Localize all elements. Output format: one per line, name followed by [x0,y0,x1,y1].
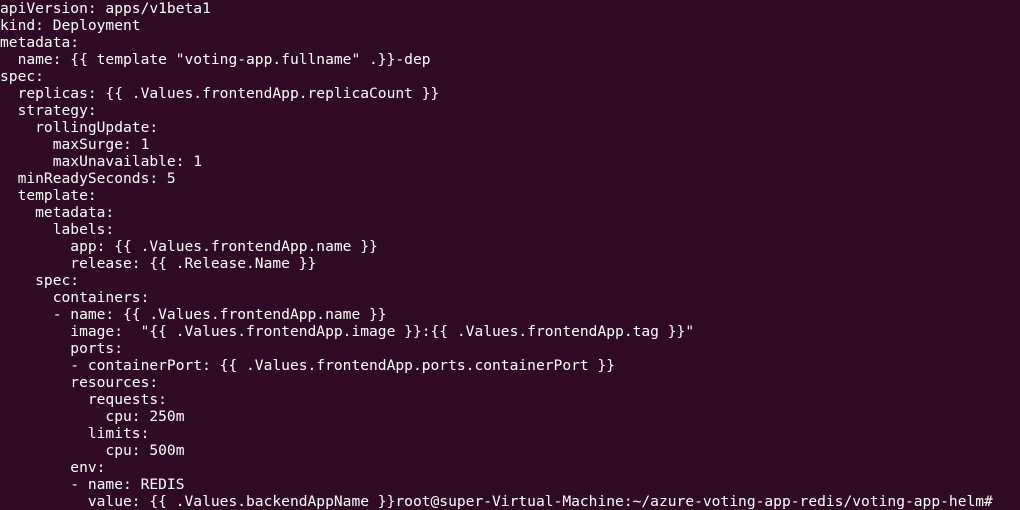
terminal-line: metadata: [0,34,80,51]
terminal-line: release: {{ .Release.Name }} [0,255,317,272]
terminal-line: ports: [0,340,124,357]
terminal-line: spec: [0,272,80,289]
terminal-line: cpu: 250m [0,408,185,425]
terminal-line: - name: REDIS [0,476,185,493]
terminal-line: strategy: [0,102,97,119]
terminal-prompt-line[interactable]: value: {{ .Values.backendAppName }}root@… [0,493,1020,510]
terminal-line: env: [0,459,106,476]
terminal-line: - name: {{ .Values.frontendApp.name }} [0,306,387,323]
terminal-line: app: {{ .Values.frontendApp.name }} [0,238,378,255]
terminal-line: cpu: 500m [0,442,185,459]
terminal-line: containers: [0,289,150,306]
terminal-line: template: [0,187,97,204]
terminal-line: resources: [0,374,159,391]
terminal-line: image: "{{ .Values.frontendApp.image }}:… [0,323,695,340]
terminal-line: limits: [0,425,150,442]
terminal-line: requests: [0,391,167,408]
terminal-line: maxUnavailable: 1 [0,153,203,170]
terminal-line: spec: [0,68,44,85]
terminal-line: maxSurge: 1 [0,136,150,153]
terminal-line: metadata: [0,204,115,221]
terminal-line: name: {{ template "voting-app.fullname" … [0,51,431,68]
terminal-line: apiVersion: apps/v1beta1 [0,0,211,17]
terminal-window[interactable]: apiVersion: apps/v1beta1 kind: Deploymen… [0,0,1020,510]
terminal-line: - containerPort: {{ .Values.frontendApp.… [0,357,616,374]
terminal-line: minReadySeconds: 5 [0,170,176,187]
terminal-line: labels: [0,221,115,238]
terminal-line: replicas: {{ .Values.frontendApp.replica… [0,85,440,102]
terminal-line: rollingUpdate: [0,119,159,136]
terminal-line: kind: Deployment [0,17,141,34]
